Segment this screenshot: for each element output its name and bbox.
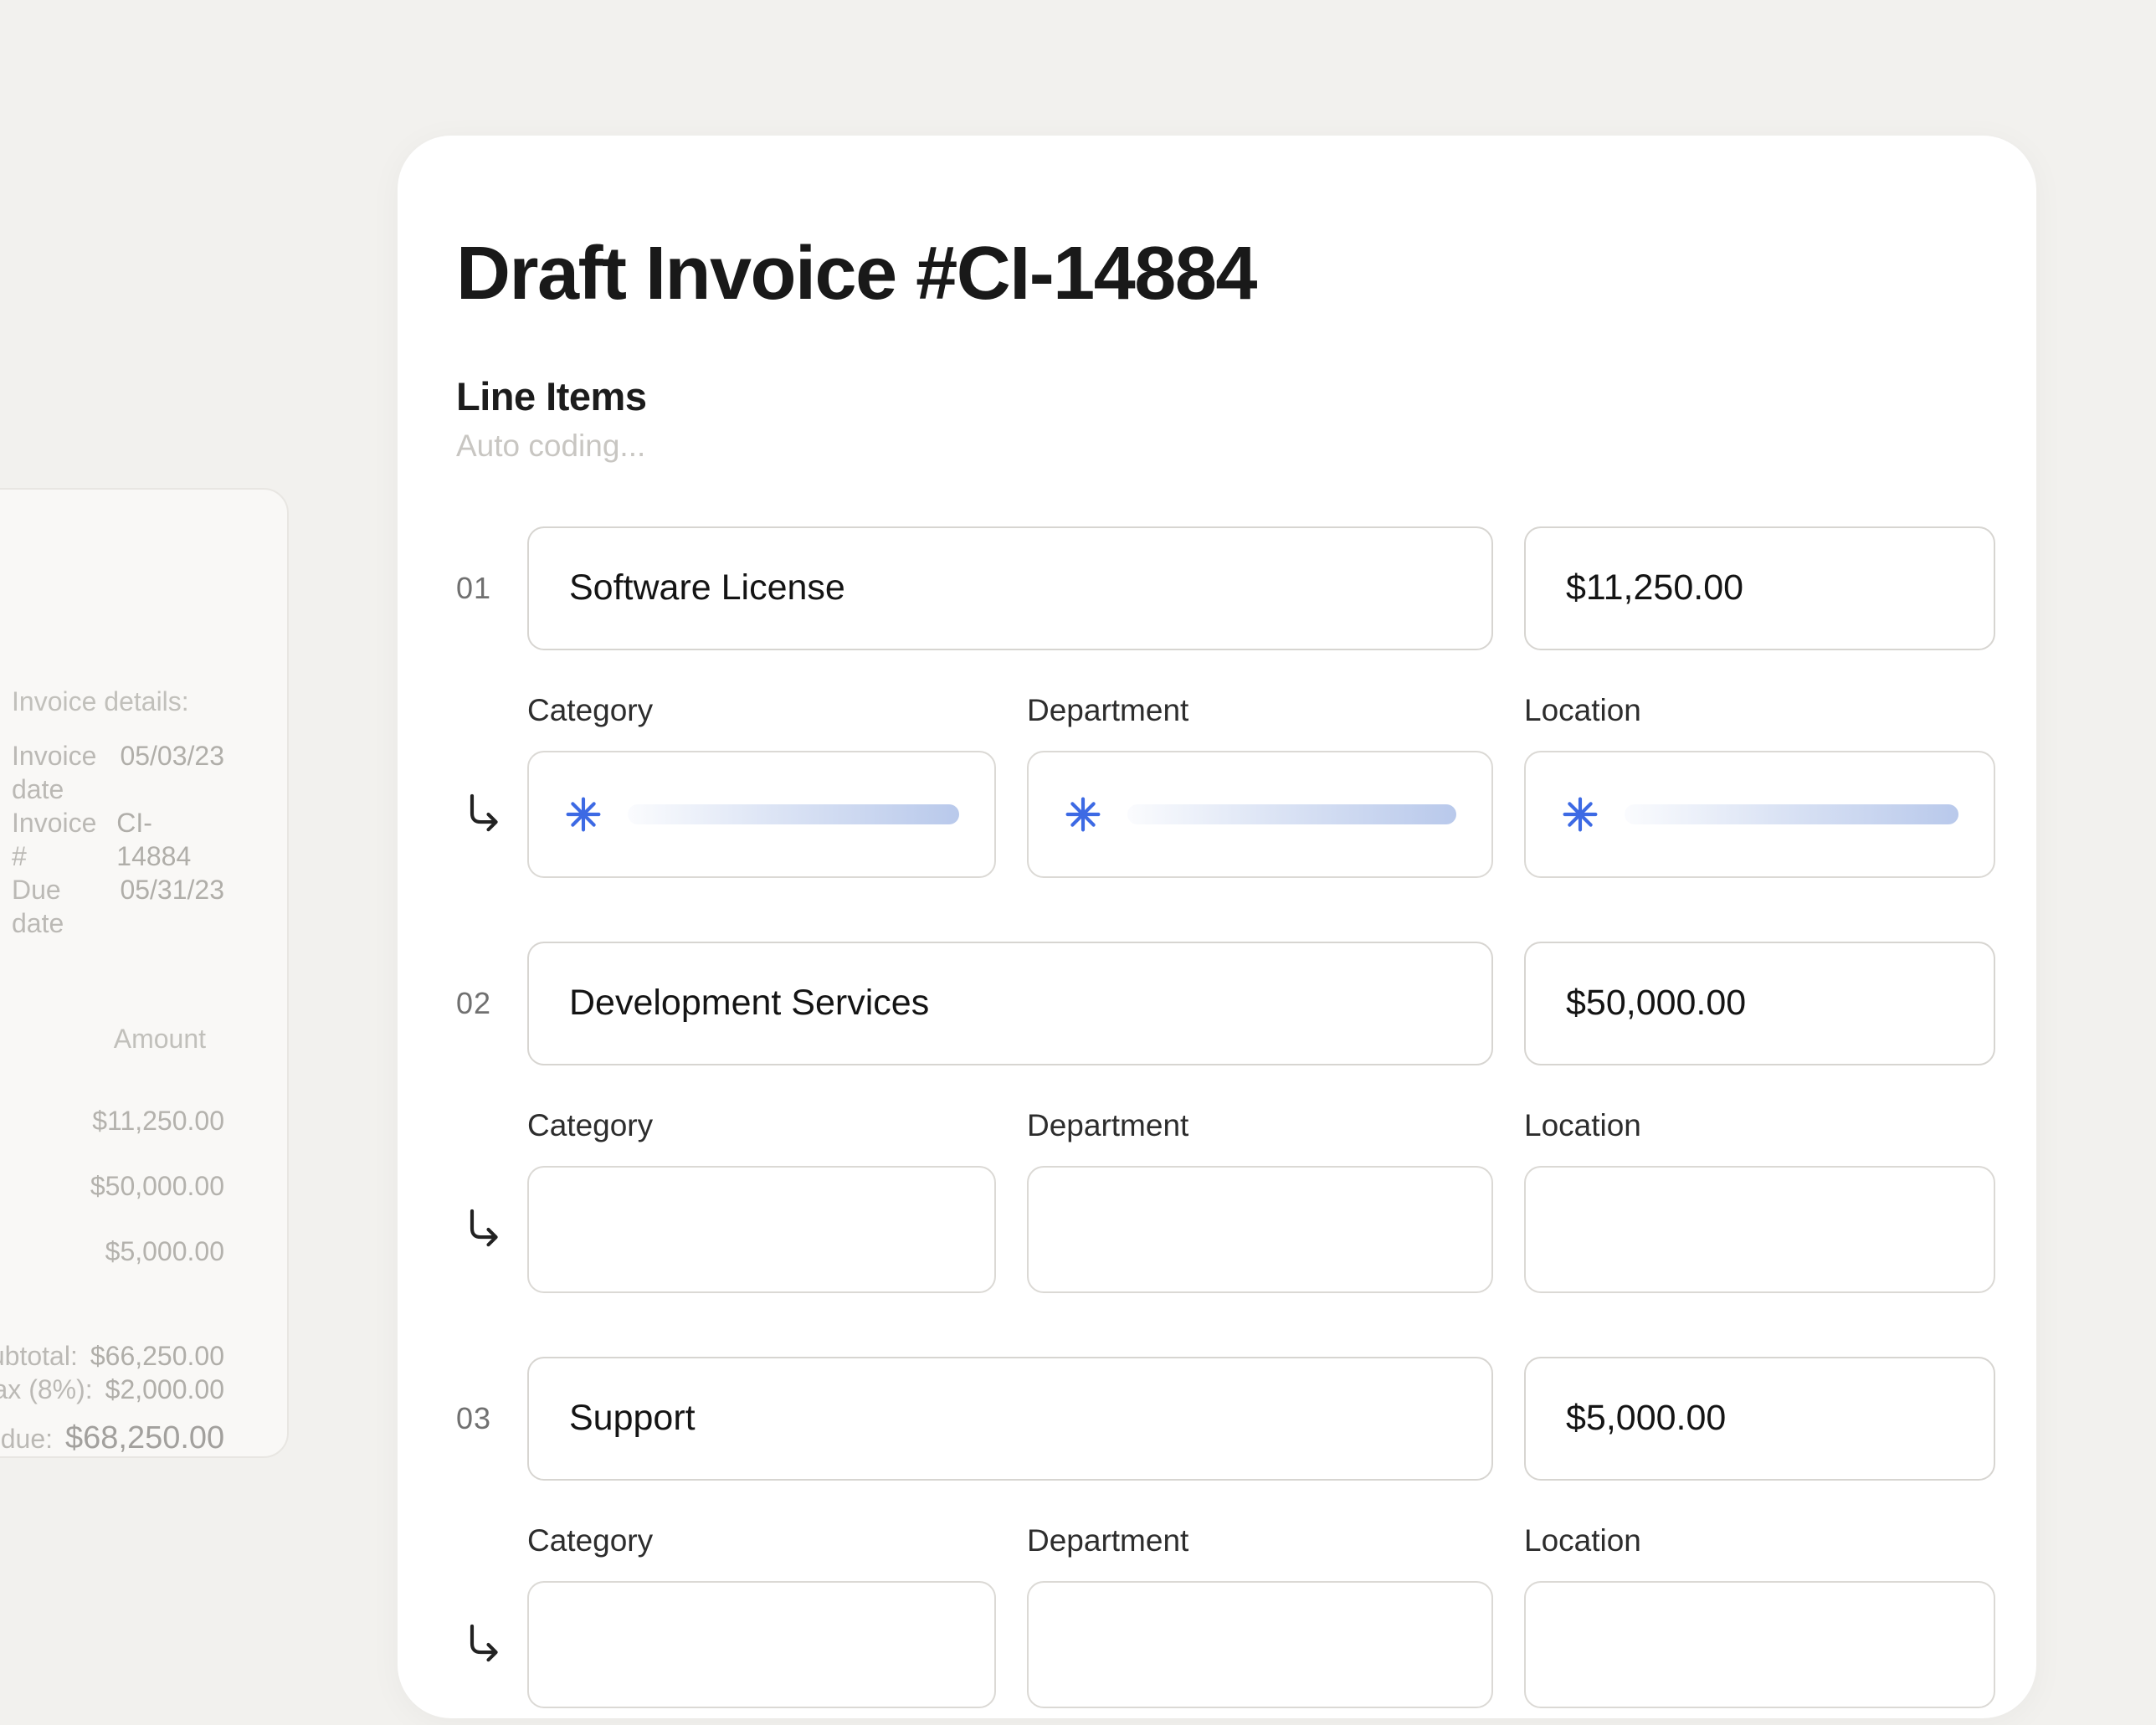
sub-row-arrow-icon [461,1208,496,1251]
amount-value: $5,000.00 [12,1219,224,1284]
line-item-03: 03 Support $5,000.00 Category Department… [456,1357,1994,1708]
invoice-date-value: 05/03/23 [120,739,224,806]
sub-row-arrow-icon [461,793,496,836]
line-item-number: 03 [456,1401,496,1436]
coding-inputs-row [456,1166,1994,1293]
total-due-value: $68,250.00 [65,1421,224,1455]
total-due-row: Total due: $68,250.00 [12,1421,224,1455]
coding-labels-row: Category Department Location [456,1522,1994,1559]
location-label: Location [1524,1522,1995,1559]
category-select[interactable] [527,751,996,878]
department-label: Department [1027,1522,1493,1559]
invoice-details-heading: Invoice details: [12,686,224,717]
department-select[interactable] [1027,751,1493,878]
department-label: Department [1027,1107,1493,1144]
invoice-number-value: CI-14884 [116,806,224,873]
location-select[interactable] [1524,751,1995,878]
amount-value: $11,250.00 [12,1088,224,1153]
subtotal-value: $66,250.00 [90,1339,224,1373]
loading-shimmer [1127,804,1456,824]
invoice-number-label: Invoice # [12,806,116,873]
location-select[interactable] [1524,1581,1995,1708]
department-select[interactable] [1027,1166,1493,1293]
invoice-detail-row: Due date 05/31/23 [12,873,224,940]
department-select[interactable] [1027,1581,1493,1708]
auto-coding-status: Auto coding... [456,428,1994,465]
invoice-totals: Subtotal: $66,250.00 plus tax (8%): $2,0… [12,1339,224,1455]
invoice-detail-row: Invoice date 05/03/23 [12,739,224,806]
background-invoice-content: Invoice details: Invoice date 05/03/23 I… [0,490,287,1456]
description-input[interactable]: Software License [527,526,1493,650]
line-item-number: 01 [456,571,496,606]
location-label: Location [1524,1107,1995,1144]
category-label: Category [527,1107,996,1144]
tax-value: $2,000.00 [105,1373,224,1406]
screen: Invoice details: Invoice date 05/03/23 I… [0,0,2156,1725]
sparkle-icon [1561,795,1599,834]
loading-shimmer [1625,804,1958,824]
subtotal-row: Subtotal: $66,250.00 [12,1339,224,1373]
line-item-main-row: 03 Support $5,000.00 [456,1357,1994,1481]
coding-inputs-row [456,751,1994,878]
amount-input[interactable]: $11,250.00 [1524,526,1995,650]
category-label: Category [527,1522,996,1559]
line-item-01: 01 Software License $11,250.00 Category … [456,526,1994,878]
department-label: Department [1027,692,1493,729]
due-date-label: Due date [12,873,120,940]
category-select[interactable] [527,1581,996,1708]
description-input[interactable]: Support [527,1357,1493,1481]
total-due-label: Total due: [0,1422,53,1455]
amount-input[interactable]: $5,000.00 [1524,1357,1995,1481]
background-invoice-preview: Invoice details: Invoice date 05/03/23 I… [0,488,289,1458]
sparkle-icon [564,795,603,834]
category-select[interactable] [527,1166,996,1293]
category-label: Category [527,692,996,729]
line-items-heading: Line Items [456,377,1994,416]
invoice-date-label: Invoice date [12,739,120,806]
draft-invoice-card: Draft Invoice #CI-14884 Line Items Auto … [398,136,2036,1718]
coding-labels-row: Category Department Location [456,1107,1994,1144]
amount-input[interactable]: $50,000.00 [1524,942,1995,1065]
coding-labels-row: Category Department Location [456,692,1994,729]
sub-row-arrow-icon [461,1623,496,1666]
tax-row: plus tax (8%): $2,000.00 [12,1373,224,1406]
loading-shimmer [628,804,959,824]
page-title: Draft Invoice #CI-14884 [456,234,1994,314]
line-item-main-row: 02 Development Services $50,000.00 [456,942,1994,1065]
line-items-list: 01 Software License $11,250.00 Category … [456,526,1994,1708]
due-date-value: 05/31/23 [120,873,224,940]
description-input[interactable]: Development Services [527,942,1493,1065]
sparkle-icon [1064,795,1102,834]
amount-column-header: Amount [12,1024,206,1055]
amount-value: $50,000.00 [12,1153,224,1219]
line-item-02: 02 Development Services $50,000.00 Categ… [456,942,1994,1293]
line-item-main-row: 01 Software License $11,250.00 [456,526,1994,650]
location-label: Location [1524,692,1995,729]
tax-label: plus tax (8%): [0,1373,93,1406]
subtotal-label: Subtotal: [0,1339,78,1373]
coding-inputs-row [456,1581,1994,1708]
amount-column-values: $11,250.00 $50,000.00 $5,000.00 [12,1088,224,1284]
line-item-number: 02 [456,986,496,1021]
invoice-detail-row: Invoice # CI-14884 [12,806,224,873]
location-select[interactable] [1524,1166,1995,1293]
